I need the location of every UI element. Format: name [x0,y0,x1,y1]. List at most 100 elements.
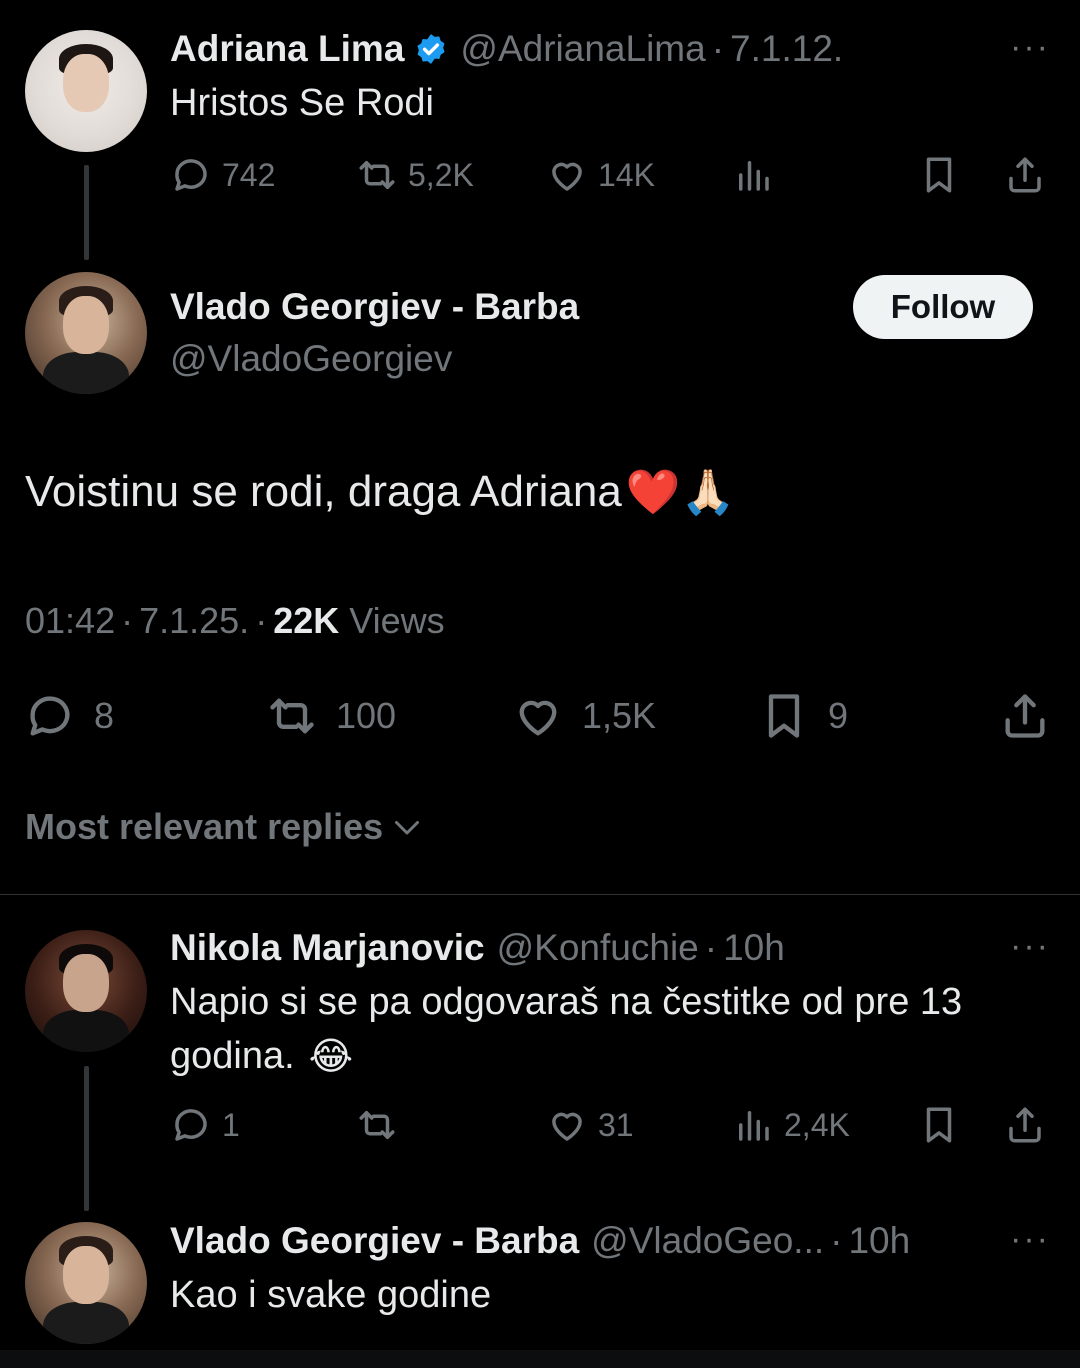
reply-icon [175,159,207,191]
reply-count: 8 [94,695,115,736]
views-count: 22K [273,600,340,641]
repost-icon [359,1111,395,1139]
reply-button[interactable]: 8 [24,690,114,742]
timestamp[interactable]: 10h [848,1220,910,1262]
tweet-meta: 01:42 · 7.1.25. · 22K Views [25,600,445,642]
bookmark-count: 9 [828,695,849,736]
reply-button[interactable]: 1 [170,1104,240,1146]
repost-icon [359,161,395,189]
bookmark-icon [768,694,800,738]
separator-dot: · [255,600,268,641]
avatar-face [63,1246,109,1304]
repost-button[interactable]: 100 [266,690,396,742]
views-button[interactable]: 2,4K [732,1104,850,1146]
reply-icon [30,696,70,736]
reply-count: 1 [222,1106,240,1143]
share-button[interactable] [999,690,1069,742]
emoji-heart-pray: ❤️🙏🏻 [625,468,736,517]
heart-icon [552,162,582,191]
timestamp[interactable]: 7.1.12. [730,28,843,70]
tweet-date[interactable]: 7.1.25. [139,600,249,642]
avatar-body [43,352,129,394]
reply-icon [175,1109,207,1141]
handle[interactable]: @VladoGeorgiev [170,338,452,380]
avatar-face [63,54,109,112]
like-count: 31 [598,1106,634,1143]
tweet1-actions: 742 5,2K 14K [170,154,1052,204]
avatar-vlado[interactable] [25,272,147,394]
thread-line [84,1066,89,1211]
tweet-text: Voistinu se rodi, draga Adriana [25,467,622,516]
repost-button[interactable] [356,1104,408,1146]
avatar-adriana[interactable] [25,30,147,152]
analytics-icon [739,1111,769,1141]
display-name[interactable]: Nikola Marjanovic [170,927,485,969]
sort-replies-dropdown[interactable]: Most relevant replies [25,806,425,848]
reply-button[interactable]: 742 [170,154,275,196]
analytics-icon [739,161,769,191]
avatar-body [43,1010,129,1052]
share-icon [1009,157,1041,193]
reply1-actions: 1 31 2,4K [170,1104,1052,1154]
share-icon [1009,1107,1041,1143]
like-button[interactable]: 31 [546,1104,634,1146]
repost-count: 5,2K [408,156,474,193]
bookmark-button[interactable] [918,1104,970,1146]
avatar-nikola[interactable] [25,930,147,1052]
heart-icon [519,700,557,736]
verified-badge-icon [417,34,446,64]
timestamp[interactable]: 10h [723,927,785,969]
repost-button[interactable]: 5,2K [356,154,474,196]
tweet-text: Hristos Se Rodi [170,82,434,124]
bookmark-button[interactable] [918,154,970,196]
main-actions: 8 100 1,5K 9 [24,690,1054,744]
follow-button[interactable]: Follow [853,275,1033,339]
more-options-icon[interactable]: ··· [1010,927,1050,966]
handle[interactable]: @VladoGeo... [591,1220,824,1262]
handle[interactable]: @Konfuchie [497,927,699,969]
avatar-body [43,1302,129,1344]
tweet-time[interactable]: 01:42 [25,600,115,642]
display-name[interactable]: Adriana Lima [170,28,404,70]
share-icon [1005,694,1045,738]
reply2-header: Vlado Georgiev - Barba @VladoGeo... · 10… [170,1218,910,1264]
repost-count: 100 [336,695,397,736]
separator-dot: · [704,927,718,968]
divider [0,894,1080,895]
tweet1-header: Adriana Lima @AdrianaLima · 7.1.12. [170,26,843,72]
display-name[interactable]: Vlado Georgiev - Barba [170,286,579,328]
sort-label: Most relevant replies [25,806,384,847]
handle[interactable]: @AdrianaLima [460,28,705,70]
views-button[interactable] [732,154,784,196]
views-label: Views [349,600,445,641]
more-options-icon[interactable]: ··· [1010,28,1050,67]
separator-dot: · [121,600,134,641]
like-button[interactable]: 1,5K [512,690,656,742]
reply-text-line1: Napio si se pa odgovaraš na čestitke od … [170,981,963,1023]
separator-dot: · [830,1220,843,1261]
reply-count: 742 [222,156,276,193]
avatar-face [63,296,109,354]
emoji-laughing: 😂 [308,1036,354,1078]
bookmark-icon [926,1107,952,1143]
bottom-bar [0,1350,1080,1368]
share-button[interactable] [1004,154,1056,196]
more-options-icon[interactable]: ··· [1010,1220,1050,1259]
reply-text-line2-row: godina. 😂 [170,1034,353,1079]
display-name[interactable]: Vlado Georgiev - Barba [170,1220,579,1262]
like-button[interactable]: 14K [546,154,655,196]
heart-icon [552,1112,582,1141]
thread-line [84,165,89,260]
repost-icon [270,698,314,734]
avatar-vlado[interactable] [25,1222,147,1344]
separator-dot: · [711,28,725,69]
views-count: 2,4K [784,1106,850,1143]
like-count: 1,5K [582,695,657,736]
avatar-face [63,954,109,1012]
reply1-header: Nikola Marjanovic @Konfuchie · 10h [170,925,785,971]
reply-text-line2: godina. [170,1035,295,1077]
chevron-down-icon [395,821,420,835]
share-button[interactable] [1004,1104,1056,1146]
bookmark-button[interactable]: 9 [758,690,848,742]
like-count: 14K [598,156,655,193]
